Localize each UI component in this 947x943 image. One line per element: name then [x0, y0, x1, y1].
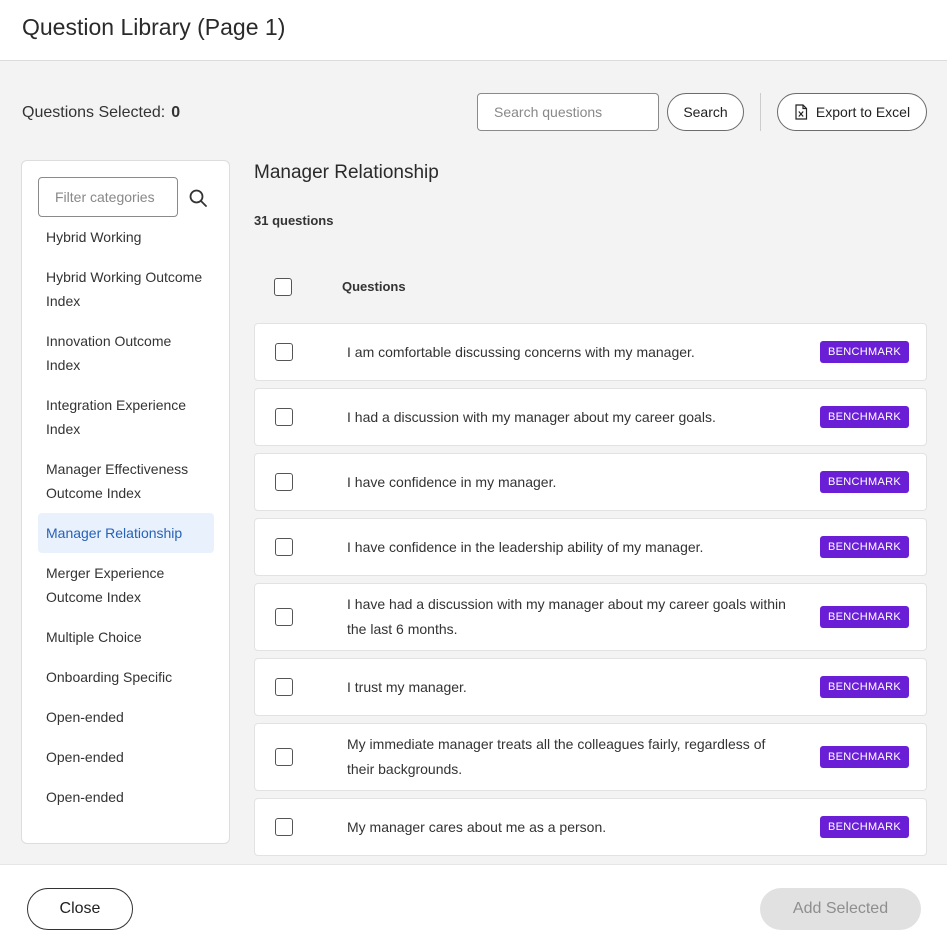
add-selected-button[interactable]: Add Selected — [760, 888, 921, 930]
category-sidebar: Hybrid WorkingHybrid Working Outcome Ind… — [21, 160, 230, 844]
question-row: I have confidence in the leadership abil… — [254, 518, 927, 576]
question-row: I have confidence in my manager. BENCHMAR… — [254, 453, 927, 511]
question-text: I am comfortable discussing concerns wit… — [347, 343, 695, 360]
sidebar-category-item[interactable]: Manager Relationship — [38, 513, 214, 553]
category-title: Manager Relationship — [254, 162, 439, 183]
sidebar-category-item[interactable]: Open-ended — [38, 777, 214, 817]
question-checkbox[interactable] — [275, 538, 293, 556]
question-text: I had a discussion with my manager about… — [347, 408, 716, 425]
modal-header: Question Library (Page 1) — [0, 0, 947, 61]
modal-footer: Close Add Selected — [0, 864, 947, 943]
search-icon[interactable] — [188, 188, 208, 208]
search-questions-input[interactable] — [477, 93, 659, 131]
select-all-checkbox[interactable] — [274, 278, 292, 296]
question-checkbox[interactable] — [275, 473, 293, 491]
question-checkbox[interactable] — [275, 408, 293, 426]
filter-categories-input[interactable] — [38, 177, 178, 217]
benchmark-badge: BENCHMARK — [820, 536, 909, 558]
question-checkbox[interactable] — [275, 748, 293, 766]
question-row: I had a discussion with my manager about… — [254, 388, 927, 446]
sidebar-category-item[interactable]: Organizational Culture — [38, 817, 214, 831]
question-checkbox[interactable] — [275, 343, 293, 361]
question-text: I have confidence in the leadership abil… — [347, 538, 704, 555]
sidebar-category-item[interactable]: Onboarding Specific — [38, 657, 214, 697]
benchmark-badge: BENCHMARK — [820, 606, 909, 628]
sidebar-category-item[interactable]: Manager Effectiveness Outcome Index — [38, 449, 214, 513]
sidebar-category-item[interactable]: Merger Experience Outcome Index — [38, 553, 214, 617]
modal-body: Questions Selected: 0 Search Export to Ex… — [0, 61, 947, 864]
benchmark-badge: BENCHMARK — [820, 406, 909, 428]
questions-header: Questions — [254, 270, 927, 302]
sidebar-category-item[interactable]: Multiple Choice — [38, 617, 214, 657]
sidebar-category-item[interactable]: Hybrid Working — [38, 231, 214, 257]
question-checkbox[interactable] — [275, 608, 293, 626]
question-row: I am comfortable discussing concerns wit… — [254, 323, 927, 381]
export-to-excel-button[interactable]: Export to Excel — [777, 93, 927, 131]
benchmark-badge: BENCHMARK — [820, 341, 909, 363]
benchmark-badge: BENCHMARK — [820, 816, 909, 838]
question-panel: Manager Relationship 31 questions Questi… — [254, 160, 947, 864]
benchmark-badge: BENCHMARK — [820, 471, 909, 493]
question-text: I have confidence in my manager. — [347, 473, 557, 490]
benchmark-badge: BENCHMARK — [820, 746, 909, 768]
export-label: Export to Excel — [815, 104, 911, 120]
questions-column-header: Questions — [342, 279, 406, 294]
question-row: I have had a discussion with my manager … — [254, 583, 927, 651]
question-text: My immediate manager treats all the coll… — [347, 736, 766, 777]
benchmark-badge: BENCHMARK — [820, 676, 909, 698]
search-button[interactable]: Search — [667, 93, 744, 131]
questions-selected-count: 0 — [171, 104, 181, 121]
sidebar-category-item[interactable]: Open-ended — [38, 697, 214, 737]
question-row: My immediate manager treats all the coll… — [254, 723, 927, 791]
question-text: My manager cares about me as a person. — [347, 818, 607, 835]
question-count: 31 questions — [254, 213, 334, 228]
question-checkbox[interactable] — [275, 678, 293, 696]
toolbar-divider — [760, 93, 761, 131]
questions-selected: Questions Selected: 0 — [22, 104, 180, 122]
question-row: My manager cares about me as a person. BE… — [254, 798, 927, 856]
sidebar-category-item[interactable]: Integration Experience Index — [38, 385, 214, 449]
question-checkbox[interactable] — [275, 818, 293, 836]
category-list: Hybrid Working Hybrid Working Outcome Ind… — [38, 231, 214, 831]
excel-file-icon — [795, 104, 808, 120]
question-list: I am comfortable discussing concerns wit… — [254, 323, 927, 863]
sidebar-category-item[interactable]: Hybrid Working Outcome Index — [38, 257, 214, 321]
close-button[interactable]: Close — [27, 888, 133, 930]
questions-selected-label: Questions Selected: — [22, 104, 166, 121]
question-text: I trust my manager. — [347, 678, 467, 695]
sidebar-category-item[interactable]: Open-ended — [38, 737, 214, 777]
question-row: I trust my manager. BENCHMARK — [254, 658, 927, 716]
modal-title: Question Library (Page 1) — [22, 14, 286, 40]
question-text: I have had a discussion with my manager … — [347, 596, 786, 637]
sidebar-category-item[interactable]: Innovation Outcome Index — [38, 321, 214, 385]
